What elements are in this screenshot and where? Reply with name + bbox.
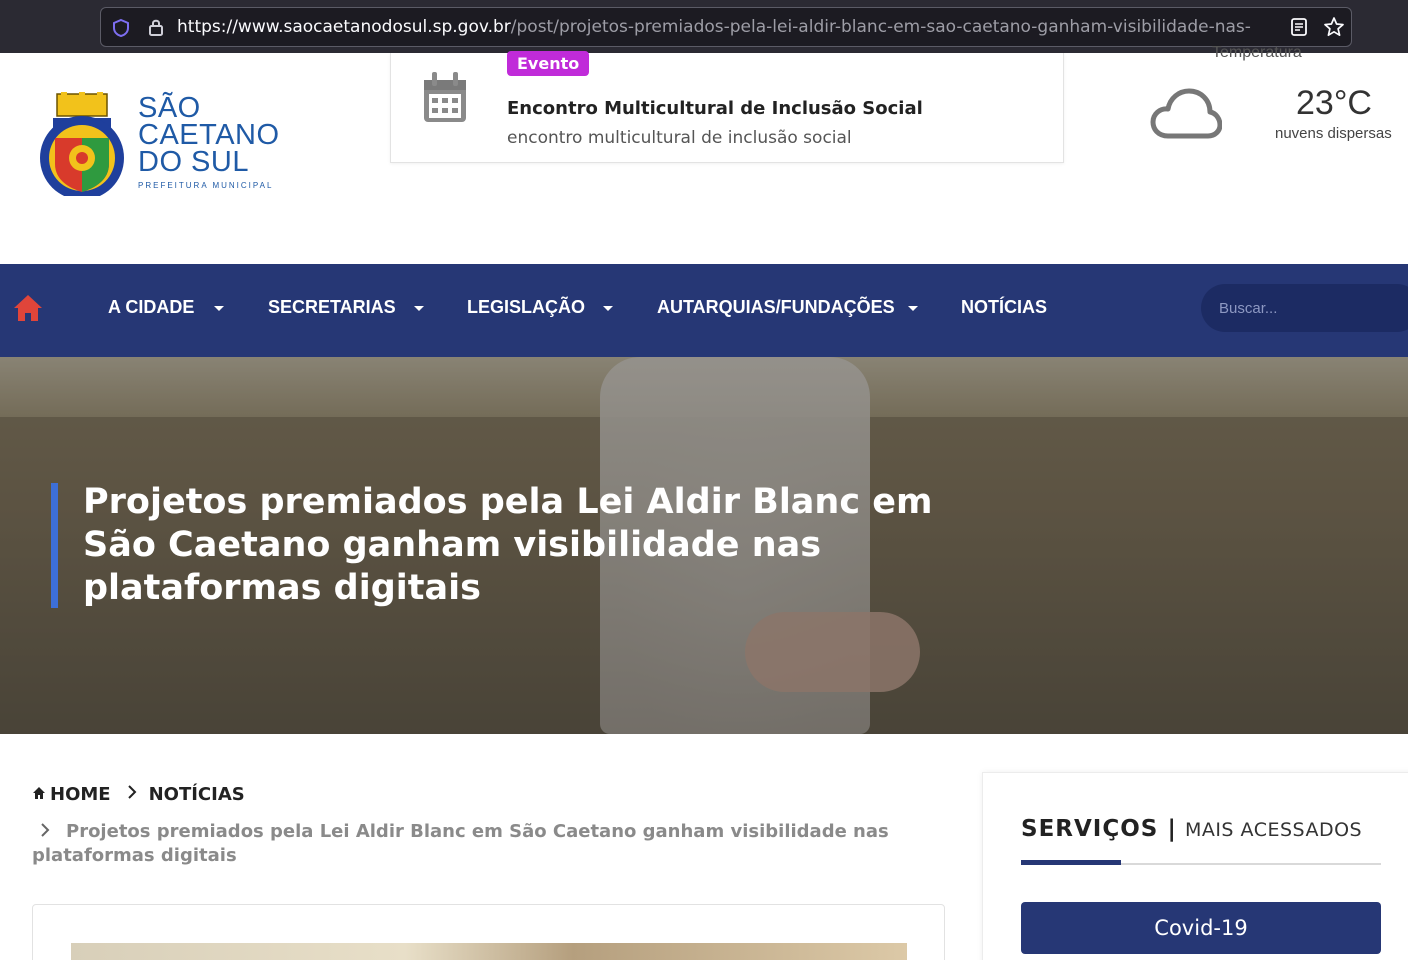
heading-divider-accent xyxy=(1021,860,1121,865)
page-title: Projetos premiados pela Lei Aldir Blanc … xyxy=(83,482,933,608)
weather-temperature: 23°C xyxy=(1296,84,1372,122)
breadcrumb-current-label: Projetos premiados pela Lei Aldir Blanc … xyxy=(32,821,889,866)
nav-item-secretarias[interactable]: SECRETARIAS xyxy=(268,297,396,318)
event-description: encontro multicultural de inclusão socia… xyxy=(507,128,852,148)
logo-line-3: DO SUL xyxy=(138,146,249,178)
prefeitura-logo[interactable]: SÃO CAETANO DO SUL PREFEITURA MUNICIPAL xyxy=(33,92,283,198)
nav-item-legislacao[interactable]: LEGISLAÇÃO xyxy=(467,297,585,318)
chevron-right-icon xyxy=(40,821,50,844)
event-title[interactable]: Encontro Multicultural de Inclusão Socia… xyxy=(507,98,923,119)
event-card[interactable]: Evento Encontro Multicultural de Inclusã… xyxy=(390,51,1064,163)
breadcrumb-home[interactable]: HOME xyxy=(50,784,111,805)
chevron-down-icon[interactable] xyxy=(414,306,424,311)
breadcrumb-current: Projetos premiados pela Lei Aldir Blanc … xyxy=(32,820,932,867)
breadcrumb-noticias[interactable]: NOTÍCIAS xyxy=(149,784,245,805)
weather-widget: Temperatura 23°C nuvens dispersas xyxy=(1130,40,1408,160)
nav-item-autarquias-fundacoes[interactable]: AUTARQUIAS/FUNDAÇÕES xyxy=(657,297,895,318)
covid-19-button[interactable]: Covid-19 xyxy=(1021,902,1381,954)
main-nav: A CIDADE SECRETARIAS LEGISLAÇÃO AUTARQUI… xyxy=(0,264,1408,357)
services-heading-separator: | xyxy=(1167,816,1176,842)
breadcrumb: HOME NOTÍCIAS xyxy=(32,784,245,805)
logo-subtitle: PREFEITURA MUNICIPAL xyxy=(138,181,274,190)
hero-accent-bar xyxy=(51,483,58,608)
chevron-down-icon[interactable] xyxy=(603,306,613,311)
services-heading-strong: SERVIÇOS xyxy=(1021,816,1159,842)
shield-icon[interactable] xyxy=(111,18,131,42)
coat-of-arms-logo xyxy=(40,92,124,196)
weather-description: nuvens dispersas xyxy=(1275,125,1392,142)
weather-label: Temperatura xyxy=(1212,44,1302,61)
chevron-right-icon xyxy=(127,784,137,805)
chevron-down-icon[interactable] xyxy=(908,306,918,311)
home-icon[interactable] xyxy=(32,784,46,805)
article-card xyxy=(32,904,945,960)
cloud-icon xyxy=(1150,86,1223,144)
logo-wordmark: SÃO CAETANO DO SUL PREFEITURA MUNICIPAL xyxy=(138,92,280,191)
services-heading-light: MAIS ACESSADOS xyxy=(1184,819,1363,841)
services-sidebar: SERVIÇOS | MAIS ACESSADOS Covid-19 xyxy=(982,772,1408,960)
logo-line-2: CAETANO xyxy=(138,119,280,151)
chevron-down-icon[interactable] xyxy=(214,306,224,311)
calendar-icon xyxy=(422,72,468,128)
url-text[interactable]: https://www.saocaetanodosul.sp.gov.br/po… xyxy=(177,17,1277,37)
services-heading: SERVIÇOS | MAIS ACESSADOS xyxy=(1021,816,1362,842)
logo-line-1: SÃO xyxy=(138,92,201,124)
hero-banner: Projetos premiados pela Lei Aldir Blanc … xyxy=(0,357,1408,734)
reader-view-icon[interactable] xyxy=(1289,17,1309,41)
article-image xyxy=(71,943,907,960)
home-icon[interactable] xyxy=(12,293,44,327)
nav-item-noticias[interactable]: NOTÍCIAS xyxy=(961,297,1047,318)
search-input[interactable] xyxy=(1201,284,1408,332)
nav-item-a-cidade[interactable]: A CIDADE xyxy=(108,297,194,318)
lock-icon[interactable] xyxy=(147,17,165,41)
event-badge: Evento xyxy=(507,51,590,76)
bookmark-star-icon[interactable] xyxy=(1323,16,1345,42)
